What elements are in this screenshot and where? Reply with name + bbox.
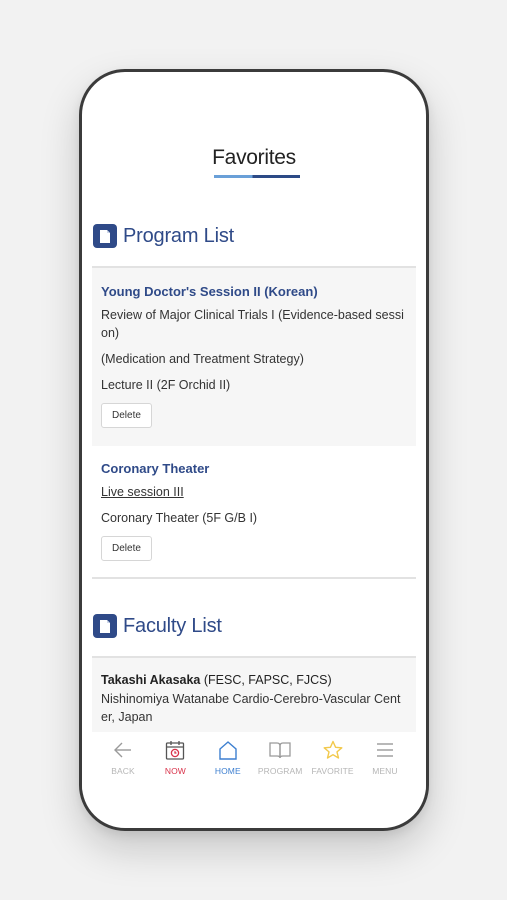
tab-home[interactable]: HOME bbox=[203, 732, 253, 792]
tab-program[interactable]: PROGRAM bbox=[255, 732, 305, 792]
page-title: Favorites bbox=[212, 146, 296, 169]
program-item-location: Coronary Theater (5F G/B I) bbox=[101, 511, 258, 525]
tab-home-label: HOME bbox=[214, 766, 241, 776]
program-item: Young Doctor's Session II (Korean) Revie… bbox=[92, 268, 416, 446]
program-item-location: Lecture II (2F Orchid II) bbox=[101, 378, 231, 392]
delete-button[interactable]: Delete bbox=[101, 403, 152, 428]
tab-back-label: BACK bbox=[111, 766, 135, 776]
faculty-name-line: Takashi Akasaka (FESC, FAPSC, FJCS) bbox=[101, 671, 407, 689]
document-icon bbox=[93, 614, 117, 638]
faculty-name: Takashi Akasaka bbox=[101, 673, 201, 687]
calendar-icon bbox=[166, 741, 185, 760]
tab-now[interactable]: NOW bbox=[150, 732, 200, 792]
program-item-session: Review of Major Clinical Trials I (Evide… bbox=[101, 308, 404, 340]
faculty-affiliation: Nishinomiya Watanabe Cardio-Cerebro-Vasc… bbox=[101, 692, 401, 724]
tab-back[interactable]: BACK bbox=[98, 732, 148, 792]
app-screen: Favorites Program List Young Doctor's Se… bbox=[82, 72, 426, 828]
program-list-header: Program List bbox=[93, 224, 234, 248]
program-item-title[interactable]: Young Doctor's Session II (Korean) bbox=[101, 283, 407, 300]
tab-menu[interactable]: MENU bbox=[360, 732, 410, 792]
home-icon bbox=[219, 741, 237, 760]
title-underline bbox=[214, 175, 300, 178]
faculty-credentials: (FESC, FAPSC, FJCS) bbox=[200, 673, 332, 687]
program-item-subtitle: (Medication and Treatment Strategy) bbox=[101, 352, 304, 366]
tab-program-label: PROGRAM bbox=[257, 766, 303, 776]
delete-button[interactable]: Delete bbox=[101, 536, 152, 561]
tab-now-label: NOW bbox=[164, 766, 186, 776]
tab-favorite[interactable]: FAVORITE bbox=[308, 732, 358, 792]
back-arrow-icon bbox=[114, 742, 131, 758]
phone-frame: Favorites Program List Young Doctor's Se… bbox=[79, 69, 429, 831]
bottom-tab-bar: BACK NOW HOME PROGRAM FAVORITE MENU bbox=[82, 732, 426, 792]
book-icon bbox=[269, 742, 291, 759]
tab-favorite-label: FAVORITE bbox=[311, 766, 354, 776]
program-list-heading: Program List bbox=[123, 224, 234, 247]
tab-menu-label: MENU bbox=[372, 766, 398, 776]
faculty-item[interactable]: Takashi Akasaka (FESC, FAPSC, FJCS) Nish… bbox=[92, 658, 416, 732]
document-icon bbox=[93, 224, 117, 248]
star-icon bbox=[323, 740, 343, 759]
faculty-list-header: Faculty List bbox=[93, 614, 222, 638]
menu-icon bbox=[376, 743, 393, 757]
program-item-title[interactable]: Coronary Theater bbox=[101, 460, 407, 477]
program-item-session-link[interactable]: Live session III bbox=[101, 483, 407, 501]
program-item: Coronary Theater Live session III Corona… bbox=[92, 460, 416, 570]
faculty-list-heading: Faculty List bbox=[123, 614, 222, 637]
divider bbox=[92, 577, 416, 579]
